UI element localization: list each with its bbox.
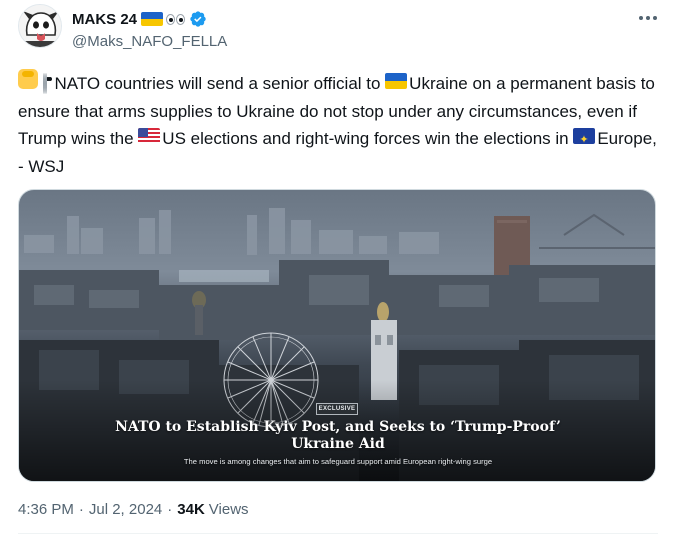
tweet-text-part-1: NATO countries will send a senior offici… [54, 74, 386, 93]
tweet-timestamp-time[interactable]: 4:36 PM [18, 501, 74, 518]
headline-line-2: Ukraine Aid [291, 436, 385, 452]
raised-fist-icon [18, 69, 38, 89]
flag-eu-icon [573, 128, 596, 144]
meta-separator: · [78, 501, 84, 518]
author-handle[interactable]: @Maks_NAFO_FELLA [72, 33, 227, 50]
tweet-text: NATO countries will send a senior offici… [18, 69, 658, 180]
author-display-name[interactable]: MAKS 24 [72, 11, 137, 28]
divider [18, 533, 658, 534]
dot [639, 16, 643, 20]
views-count: 34K [177, 501, 205, 518]
tweet-card: MAKS 24 @Maks_NAFO_FELLA NATO countries … [0, 0, 676, 546]
dot [646, 16, 650, 20]
article-headline: NATO to Establish Kyiv Post, and Seeks t… [59, 419, 617, 453]
avatar-image [19, 5, 61, 47]
meta-separator: · [167, 501, 173, 518]
verified-badge-icon[interactable] [189, 10, 207, 28]
tweet-timestamp-date[interactable]: Jul 2, 2024 [89, 501, 162, 518]
more-options-button[interactable] [636, 8, 660, 28]
views-label: Views [208, 501, 249, 518]
eyes-icon [42, 70, 47, 98]
tweet-meta: 4:36 PM · Jul 2, 2024 · 34K Views [18, 501, 249, 518]
article-dek: The move is among changes that aim to sa… [183, 457, 493, 466]
media-card[interactable]: EXCLUSIVE NATO to Establish Kyiv Post, a… [18, 189, 656, 482]
dot [653, 16, 657, 20]
headline-line-1: NATO to Establish Kyiv Post, and Seeks t… [115, 419, 561, 435]
avatar[interactable] [18, 4, 62, 48]
tweet-text-part-3: US elections and right-wing forces win t… [162, 129, 574, 148]
author-name-row[interactable]: MAKS 24 [72, 9, 207, 29]
flag-ukraine-icon [385, 73, 408, 89]
flag-us-icon [138, 128, 161, 144]
flag-ukraine-icon [141, 12, 164, 26]
exclusive-badge: EXCLUSIVE [316, 403, 358, 415]
eyes-icon [166, 13, 186, 25]
